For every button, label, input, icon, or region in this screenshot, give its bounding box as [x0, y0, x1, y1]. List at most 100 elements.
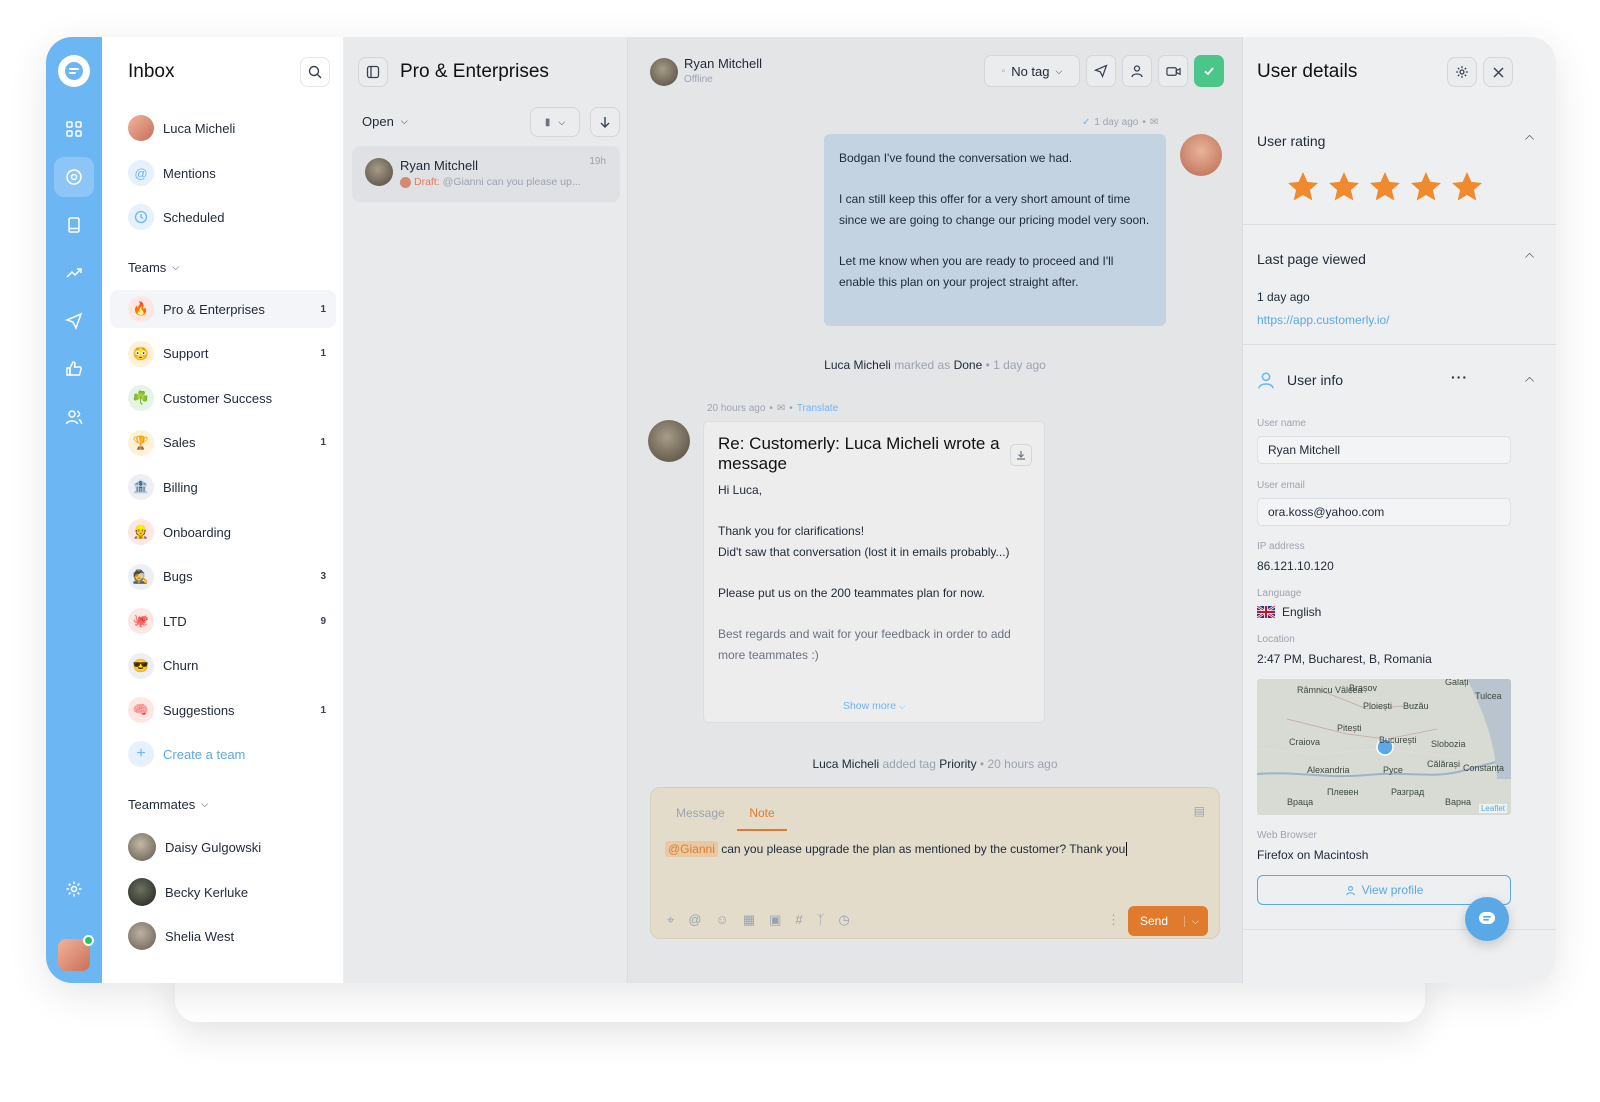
teammates-section-header[interactable]: Teammates ⌵ — [128, 797, 208, 812]
video-call-button[interactable] — [1158, 55, 1188, 87]
book-icon[interactable] — [54, 205, 94, 245]
chevron-down-icon[interactable]: ⌵ — [1184, 915, 1199, 927]
tab-note[interactable]: Note — [737, 806, 787, 831]
event-marked-done: Luca Micheli marked as Done • 1 day ago — [824, 358, 1046, 372]
message-meta: 20 hours ago • ✉ • Translate — [707, 403, 839, 414]
read-check-icon: ✓ — [1082, 117, 1091, 128]
sidebar-item-team[interactable]: 🕵️ Bugs 3 — [110, 558, 336, 596]
inbox-nav-icon[interactable] — [54, 157, 94, 197]
composer-input[interactable]: @Gianni can you please upgrade the plan … — [665, 841, 1128, 857]
knowledge-base-book-icon[interactable]: ▣ — [769, 912, 781, 928]
teammate-item[interactable]: Daisy Gulgowski — [110, 828, 336, 866]
sidebar-item-team[interactable]: 🏆 Sales 1 — [110, 424, 336, 462]
sidebar-item-team[interactable]: 🧠 Suggestions 1 — [110, 691, 336, 729]
rating-star-icon[interactable] — [1367, 169, 1403, 205]
more-options-icon[interactable]: ⋮ — [1107, 912, 1120, 928]
paperclip-attach-icon[interactable]: ⌖ — [667, 912, 674, 928]
team-label: Suggestions — [163, 702, 235, 718]
last-page-url-link[interactable]: https://app.customerly.io/ — [1257, 313, 1390, 327]
reports-trend-icon[interactable] — [54, 253, 94, 293]
settings-gear-icon[interactable] — [54, 869, 94, 909]
conversation-item[interactable]: Ryan Mitchell 19h Draft: @Gianni can you… — [352, 146, 620, 202]
rating-star-icon[interactable] — [1449, 169, 1485, 205]
chat-widget-launcher[interactable] — [1465, 897, 1509, 941]
sidebar-item-team[interactable]: 🔥 Pro & Enterprises 1 — [110, 290, 336, 328]
send-button[interactable]: Send ⌵ — [1128, 906, 1208, 936]
more-options-icon[interactable]: ··· — [1451, 369, 1468, 385]
contact-name[interactable]: Ryan Mitchell — [684, 56, 762, 71]
chevron-up-icon[interactable]: ⌵ — [1525, 373, 1534, 388]
email-line: Did't saw that conversation (lost it in … — [718, 544, 1010, 559]
dashboard-icon[interactable] — [54, 109, 94, 149]
sidebar-item-team[interactable]: 😳 Support 1 — [110, 335, 336, 373]
gif-icon[interactable]: ▦ — [743, 912, 755, 928]
sort-button[interactable] — [590, 107, 620, 137]
assign-user-button[interactable] — [1122, 55, 1152, 87]
create-team-link[interactable]: + Create a team — [110, 735, 336, 773]
composer-text: can you please upgrade the plan as menti… — [721, 842, 1126, 856]
email-label: User email — [1257, 480, 1305, 491]
nav-item-scheduled[interactable]: Scheduled — [110, 198, 336, 236]
teams-section-header[interactable]: Teams ⌵ — [128, 260, 179, 275]
search-button[interactable] — [300, 57, 330, 87]
tab-message[interactable]: Message — [676, 806, 725, 820]
customerly-logo-icon[interactable] — [58, 55, 90, 87]
download-icon — [1017, 451, 1025, 460]
user-info-title: User info — [1287, 372, 1344, 388]
download-button[interactable] — [1010, 444, 1032, 466]
teammate-item[interactable]: Becky Kerluke — [110, 873, 336, 911]
sidebar-item-team[interactable]: ☘️ Customer Success — [110, 379, 336, 417]
team-label: Churn — [163, 658, 199, 674]
show-more-link[interactable]: Show more ⌵ — [704, 700, 1044, 712]
username-field[interactable]: Ryan Mitchell — [1257, 436, 1511, 464]
nav-item-mentions[interactable]: @ Mentions — [110, 154, 336, 192]
email-icon: ✉ — [776, 403, 786, 414]
tag-dropdown[interactable]: ▫ No tag ⌵ — [984, 55, 1080, 87]
schedule-clock-icon[interactable]: ◷ — [838, 912, 849, 928]
status-filter-dropdown[interactable]: Open ⌵ — [362, 114, 408, 129]
at-mention-icon[interactable]: @ — [688, 912, 701, 928]
team-emoji-icon: ☘️ — [128, 385, 154, 412]
last-page-time: 1 day ago — [1257, 290, 1310, 304]
send-transcript-button[interactable] — [1086, 55, 1116, 87]
location-map[interactable]: Galați Tulcea Brașov Râmnicu Vâlcea Ploiești… — [1257, 679, 1511, 815]
translate-link[interactable]: Translate — [797, 403, 838, 414]
collapse-sidebar-button[interactable] — [358, 57, 388, 87]
feedback-thumbs-up-icon[interactable] — [54, 349, 94, 389]
sidebar-item-team[interactable]: 😎 Churn — [110, 647, 336, 685]
current-user-avatar[interactable] — [58, 935, 94, 971]
team-emoji-icon: 🏦 — [128, 474, 154, 501]
map-place-label: Враца — [1287, 797, 1314, 807]
close-details-button[interactable] — [1483, 57, 1513, 87]
nav-item-luca-micheli[interactable]: Luca Micheli — [110, 109, 336, 147]
event-target: Priority — [939, 757, 977, 771]
campaigns-send-icon[interactable] — [54, 301, 94, 341]
chevron-up-icon[interactable]: ⌵ — [1525, 249, 1534, 264]
sidebar-item-team[interactable]: 🏦 Billing — [110, 468, 336, 506]
contact-avatar[interactable] — [650, 58, 678, 86]
contacts-people-icon[interactable] — [54, 397, 94, 437]
conversation-time: 19h — [589, 156, 606, 167]
rating-star-icon[interactable] — [1408, 169, 1444, 205]
email-field[interactable]: ora.koss@yahoo.com — [1257, 498, 1511, 526]
sidebar-item-team[interactable]: 👷 Onboarding — [110, 513, 336, 551]
chevron-up-icon[interactable]: ⌵ — [1525, 131, 1534, 146]
translate-icon[interactable]: ᛉ — [817, 912, 825, 928]
tag-filter-button[interactable]: ▮ ⌵ — [530, 107, 580, 137]
map-place-label: Galați — [1445, 679, 1469, 687]
nav-item-label: Scheduled — [163, 209, 225, 225]
map-attribution[interactable]: Leaflet — [1478, 804, 1507, 813]
hashtag-icon[interactable]: # — [795, 912, 802, 928]
chevron-down-icon: ⌵ — [898, 702, 906, 711]
map-place-label: Slobozia — [1431, 739, 1466, 749]
sidebar-item-team[interactable]: 🐙 LTD 9 — [110, 602, 336, 640]
map-place-label: Craiova — [1289, 737, 1321, 747]
rating-star-icon[interactable] — [1326, 169, 1362, 205]
rating-star-icon[interactable] — [1285, 169, 1321, 205]
mark-done-button[interactable] — [1194, 55, 1224, 87]
expand-editor-icon[interactable]: ▤ — [1194, 804, 1205, 818]
event-action: added tag — [882, 757, 936, 771]
teammate-item[interactable]: Shelia West — [110, 917, 336, 955]
details-settings-button[interactable] — [1447, 57, 1477, 87]
emoji-icon[interactable]: ☺ — [716, 912, 729, 928]
